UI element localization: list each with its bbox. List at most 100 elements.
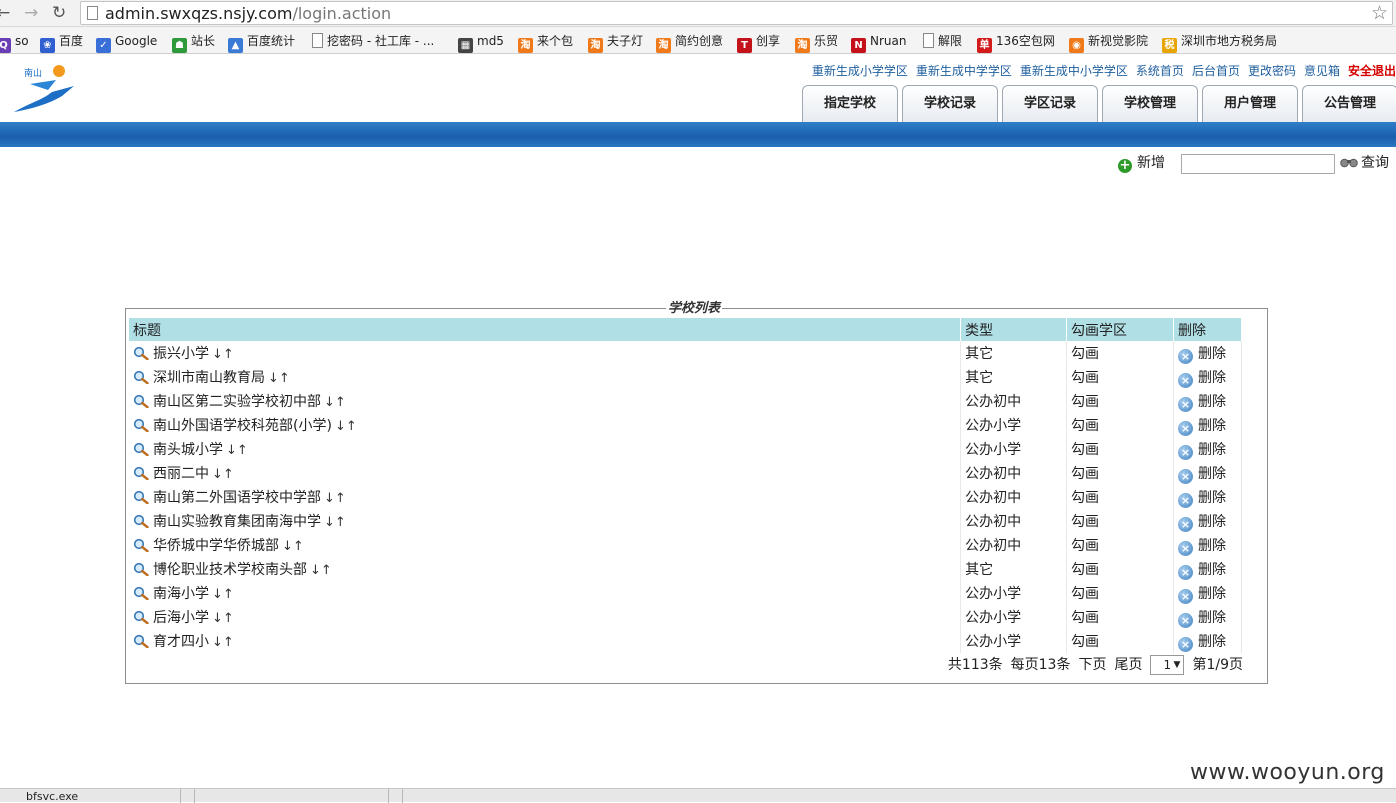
bookmark-item[interactable]: 税深圳市地方税务局 — [1162, 31, 1277, 53]
bookmark-item[interactable]: 淘简约创意 — [656, 31, 723, 53]
tab-item[interactable]: 学校管理 — [1102, 85, 1198, 122]
school-title-link[interactable]: 深圳市南山教育局 — [153, 370, 265, 386]
sort-arrows[interactable]: ↓↑ — [268, 371, 290, 386]
delete-button[interactable]: × 删除 — [1173, 437, 1243, 461]
address-bar[interactable]: admin.swxqzs.nsjy.com/login.action ☆ — [80, 1, 1393, 25]
sort-arrows[interactable]: ↓↑ — [335, 419, 357, 434]
draw-area-link[interactable]: 勾画 — [1066, 581, 1174, 605]
header-link[interactable]: 重新生成小学学区 — [812, 64, 908, 78]
sort-arrows[interactable]: ↓↑ — [226, 443, 248, 458]
header-link[interactable]: 系统首页 — [1136, 64, 1184, 78]
bookmark-item[interactable]: ◉ 新视觉影院 — [1069, 31, 1148, 53]
draw-area-link[interactable]: 勾画 — [1066, 557, 1174, 581]
delete-button[interactable]: × 删除 — [1173, 533, 1243, 557]
bookmark-item[interactable]: ❀ 百度 — [40, 31, 83, 53]
bookmark-item[interactable]: ☗ 站长 — [172, 31, 215, 53]
bookmark-item[interactable]: 单 136空包网 — [977, 31, 1055, 53]
header-link[interactable]: 安全退出 — [1348, 64, 1396, 78]
download-item[interactable]: bfsvc.exe — [26, 791, 78, 803]
tab-item[interactable]: 用户管理 — [1202, 85, 1298, 122]
header-link[interactable]: 重新生成中小学学区 — [1020, 64, 1128, 78]
bookmark-item[interactable]: ▲ 百度统计 — [228, 31, 295, 53]
bookmark-item[interactable]: N Nruan — [851, 31, 906, 53]
draw-area-link[interactable]: 勾画 — [1066, 341, 1174, 365]
magnifier-icon[interactable] — [133, 418, 149, 432]
school-title-link[interactable]: 西丽二中 — [153, 466, 209, 482]
school-title-link[interactable]: 育才四小 — [153, 634, 209, 650]
search-input[interactable] — [1181, 154, 1335, 174]
sort-arrows[interactable]: ↓↑ — [212, 635, 234, 650]
bookmark-item[interactable]: T 创享 — [737, 31, 780, 53]
delete-button[interactable]: × 删除 — [1173, 485, 1243, 509]
draw-area-link[interactable]: 勾画 — [1066, 509, 1174, 533]
delete-button[interactable]: × 删除 — [1173, 365, 1243, 389]
magnifier-icon[interactable] — [133, 634, 149, 648]
header-link[interactable]: 意见箱 — [1304, 64, 1340, 78]
pager-last-link[interactable]: 尾页 — [1114, 657, 1142, 673]
draw-area-link[interactable]: 勾画 — [1066, 485, 1174, 509]
magnifier-icon[interactable] — [133, 394, 149, 408]
draw-area-link[interactable]: 勾画 — [1066, 461, 1174, 485]
magnifier-icon[interactable] — [133, 442, 149, 456]
sort-arrows[interactable]: ↓↑ — [212, 467, 234, 482]
delete-button[interactable]: × 删除 — [1173, 581, 1243, 605]
bookmark-item[interactable]: 淘夫子灯 — [588, 31, 643, 53]
magnifier-icon[interactable] — [133, 370, 149, 384]
delete-button[interactable]: × 删除 — [1173, 341, 1243, 365]
bookmark-star-icon[interactable]: ☆ — [1371, 2, 1388, 24]
draw-area-link[interactable]: 勾画 — [1066, 437, 1174, 461]
school-title-link[interactable]: 振兴小学 — [153, 346, 209, 362]
bookmark-item[interactable]: 解限 — [923, 31, 962, 51]
pager-next-link[interactable]: 下页 — [1078, 657, 1106, 673]
sort-arrows[interactable]: ↓↑ — [324, 515, 346, 530]
delete-button[interactable]: × 删除 — [1173, 605, 1243, 629]
magnifier-icon[interactable] — [133, 466, 149, 480]
tab-item[interactable]: 学区记录 — [1002, 85, 1098, 122]
magnifier-icon[interactable] — [133, 514, 149, 528]
draw-area-link[interactable]: 勾画 — [1066, 605, 1174, 629]
forward-arrow-icon[interactable]: → — [24, 2, 38, 24]
bookmark-item[interactable]: ▦ md5 — [458, 31, 504, 53]
delete-button[interactable]: × 删除 — [1173, 629, 1243, 653]
sort-arrows[interactable]: ↓↑ — [324, 395, 346, 410]
header-link[interactable]: 更改密码 — [1248, 64, 1296, 78]
delete-button[interactable]: × 删除 — [1173, 557, 1243, 581]
sort-arrows[interactable]: ↓↑ — [310, 563, 332, 578]
tab-item[interactable]: 公告管理 — [1302, 85, 1396, 122]
draw-area-link[interactable]: 勾画 — [1066, 365, 1174, 389]
sort-arrows[interactable]: ↓↑ — [212, 587, 234, 602]
magnifier-icon[interactable] — [133, 562, 149, 576]
school-title-link[interactable]: 南海小学 — [153, 586, 209, 602]
bookmark-item[interactable]: 淘来个包 — [518, 31, 573, 53]
school-title-link[interactable]: 南山实验教育集团南海中学 — [153, 514, 321, 530]
school-title-link[interactable]: 后海小学 — [153, 610, 209, 626]
page-select[interactable]: 1 ▼ — [1150, 655, 1185, 675]
header-link[interactable]: 重新生成中学学区 — [916, 64, 1012, 78]
bookmark-item[interactable]: 淘乐贸 — [795, 31, 838, 53]
school-title-link[interactable]: 南山区第二实验学校初中部 — [153, 394, 321, 410]
draw-area-link[interactable]: 勾画 — [1066, 533, 1174, 557]
back-arrow-icon[interactable]: ← — [0, 2, 10, 24]
sort-arrows[interactable]: ↓↑ — [324, 491, 346, 506]
delete-button[interactable]: × 删除 — [1173, 389, 1243, 413]
draw-area-link[interactable]: 勾画 — [1066, 413, 1174, 437]
school-title-link[interactable]: 南头城小学 — [153, 442, 223, 458]
sort-arrows[interactable]: ↓↑ — [212, 611, 234, 626]
school-title-link[interactable]: 南山外国语学校科苑部(小学) — [153, 418, 332, 434]
add-button[interactable]: + 新增 — [1118, 154, 1165, 173]
delete-button[interactable]: × 删除 — [1173, 509, 1243, 533]
bookmark-item[interactable]: ✓ Google — [96, 31, 157, 53]
draw-area-link[interactable]: 勾画 — [1066, 389, 1174, 413]
school-title-link[interactable]: 博伦职业技术学校南头部 — [153, 562, 307, 578]
draw-area-link[interactable]: 勾画 — [1066, 629, 1174, 653]
magnifier-icon[interactable] — [133, 490, 149, 504]
magnifier-icon[interactable] — [133, 538, 149, 552]
bookmark-item[interactable]: 挖密码 - 社工库 - ... — [312, 31, 434, 51]
sort-arrows[interactable]: ↓↑ — [212, 347, 234, 362]
magnifier-icon[interactable] — [133, 586, 149, 600]
tab-item[interactable]: 指定学校 — [802, 85, 898, 122]
delete-button[interactable]: × 删除 — [1173, 413, 1243, 437]
school-title-link[interactable]: 南山第二外国语学校中学部 — [153, 490, 321, 506]
magnifier-icon[interactable] — [133, 610, 149, 624]
bookmark-item[interactable]: Qso — [0, 31, 29, 53]
